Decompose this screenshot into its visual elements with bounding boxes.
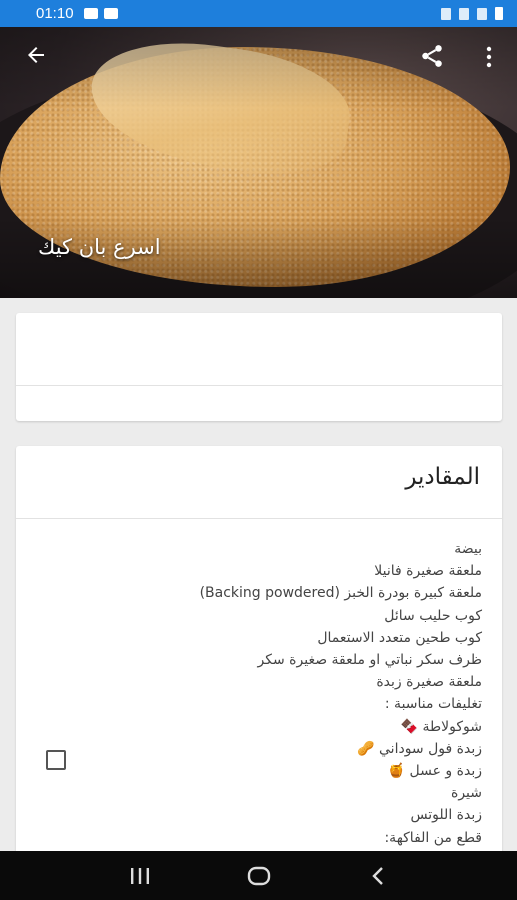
- ingredient-item: ظرف سكر نباتي او ملعقة صغيرة سكر: [257, 652, 482, 669]
- arrow-back-icon[interactable]: [22, 43, 50, 67]
- ingredients-heading: المقادير: [405, 464, 480, 490]
- ingredient-item: شوكولاطة 🍫: [400, 718, 482, 735]
- share-icon[interactable]: [419, 43, 445, 69]
- mute-icon: [441, 7, 451, 20]
- ingredient-item: شيرة: [450, 785, 482, 802]
- ingredients-card: المقادير بيضة ملعقة صغيرة فانيلا ملعقة ك…: [16, 446, 502, 866]
- message-icon: [103, 8, 118, 19]
- battery-icon: [495, 7, 503, 20]
- notification-icons: [83, 8, 118, 19]
- ingredient-item: ملعقة كبيرة بودرة الخبز (Backing powdere…: [199, 585, 482, 602]
- ingredient-item: زبدة و عسل 🍯: [387, 763, 482, 780]
- ingredient-item: تغليفات مناسبة :: [384, 696, 482, 713]
- recipe-hero-image: اسرع بان كيك: [0, 27, 517, 298]
- card-divider: [16, 385, 502, 386]
- signal-icon: [477, 7, 487, 20]
- ingredient-item: كوب طحين متعدد الاستعمال: [317, 629, 482, 646]
- navigation-bar: [0, 851, 517, 900]
- more-vert-icon[interactable]: [482, 45, 496, 69]
- wifi-icon: [459, 7, 469, 20]
- status-bar: 01:10: [0, 0, 517, 27]
- recipe-info-card: [16, 313, 502, 421]
- ingredients-list: بيضة ملعقة صغيرة فانيلا ملعقة كبيرة بودر…: [82, 538, 482, 849]
- ingredient-item: قطع من الفاكهة:: [384, 829, 482, 846]
- recents-icon: [130, 867, 149, 884]
- ingredients-checkbox[interactable]: [46, 750, 66, 770]
- ingredient-item: زبدة اللوتس: [410, 807, 482, 824]
- recipe-title: اسرع بان كيك: [38, 235, 161, 259]
- ingredient-item: كوب حليب سائل: [384, 607, 482, 624]
- home-icon: [247, 866, 270, 885]
- card-divider: [16, 518, 502, 519]
- home-button[interactable]: [239, 861, 279, 891]
- ingredient-item: ملعقة صغيرة زبدة: [376, 674, 482, 691]
- nav-back-button[interactable]: [358, 861, 398, 891]
- ingredient-item: زبدة فول سوداني 🥜: [357, 740, 482, 757]
- ingredient-item: ملعقة صغيرة فانيلا: [374, 563, 482, 580]
- nav-back-icon: [371, 866, 383, 885]
- status-time: 01:10: [36, 5, 74, 22]
- recents-button[interactable]: [120, 861, 160, 891]
- gallery-icon: [83, 8, 98, 19]
- system-status-icons: [441, 7, 503, 20]
- ingredient-item: بيضة: [454, 541, 482, 557]
